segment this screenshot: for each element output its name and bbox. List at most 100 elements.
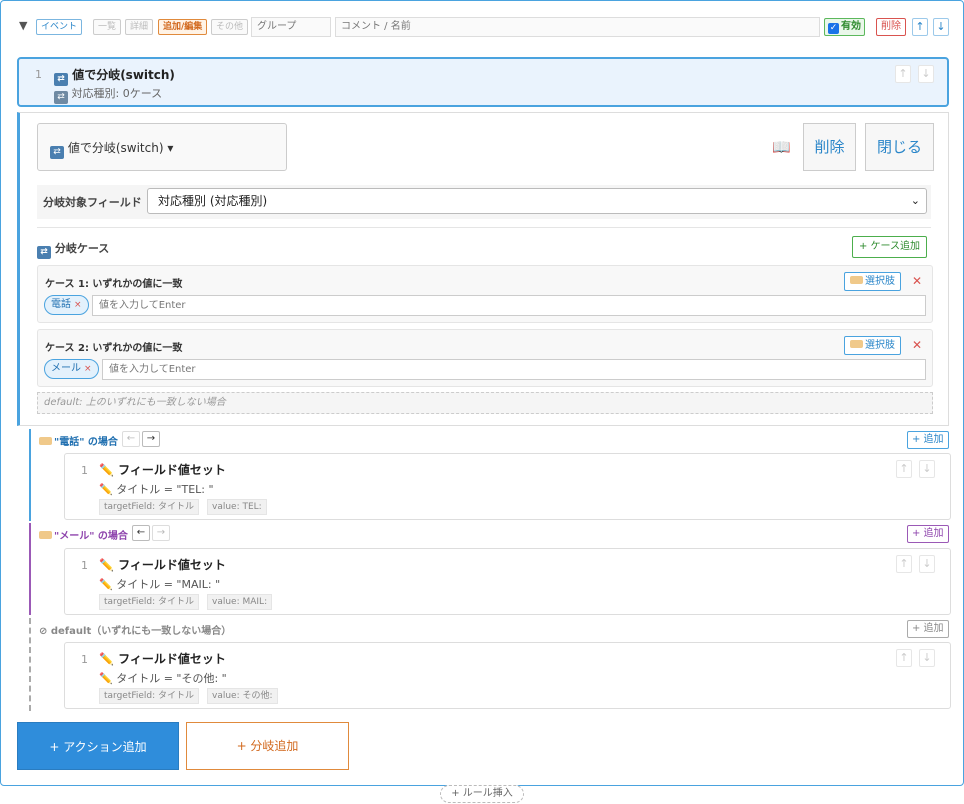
move-up-icon[interactable]: ↑ [896,649,912,667]
label-icon [39,437,52,445]
book-icon[interactable]: 📖 [772,138,791,156]
delete-block-button[interactable]: 削除 [803,123,856,171]
cases-section-title: ⇄ 分岐ケース [37,240,109,259]
remove-chip-icon[interactable]: × [84,364,92,374]
action-number: 1 [81,653,88,666]
move-down-icon[interactable]: ↓ [933,18,949,36]
group-input[interactable]: グループ [251,17,331,37]
action-card[interactable]: 1 ✏️ フィールド値セット ✏️ タイトル = "MAIL: " target… [64,548,951,615]
block-subtitle: ⇄ 対応種別: 0ケース [54,85,162,104]
move-down-icon[interactable]: ↓ [919,460,935,478]
param-value: value: MAIL: [207,594,273,610]
chevron-down-icon: ⌄ [910,194,920,207]
insert-rule-button[interactable]: + ルール挿入 [440,785,524,803]
case-item: ケース 1: いずれかの値に一致 選択肢 ✕ 電話 × 値を入力してEnter [37,265,933,323]
block-type-dropdown[interactable]: ⇄ 値で分岐(switch) ▾ [37,123,287,171]
remove-chip-icon[interactable]: × [74,300,82,310]
add-to-branch-button[interactable]: + 追加 [907,620,949,638]
block-title-text: 値で分岐(switch) [72,68,175,82]
arrow-left-icon[interactable]: ← [132,525,150,541]
case-header: ケース 2: いずれかの値に一致 [45,343,183,354]
shuffle-icon: ⇄ [54,91,68,104]
branch-tel: "電話" の場合 ← → + 追加 1 ✏️ フィールド値セット ✏️ タイトル… [29,429,951,521]
check-icon: ✓ [828,23,839,34]
case-value-input[interactable]: 値を入力してEnter [92,295,926,316]
switch-block-header[interactable]: 1 ⇄ 値で分岐(switch) ⇄ 対応種別: 0ケース ↑ ↓ [17,57,949,107]
param-target-field: targetField: タイトル [99,594,200,610]
arrow-right-icon[interactable]: → [142,431,160,447]
delete-rule-button[interactable]: 削除 [876,18,906,36]
target-field-select[interactable]: 対応種別 (対応種別) ⌄ [147,188,927,214]
pencil-icon: ✏️ [99,483,113,496]
add-action-button[interactable]: + アクション追加 [17,722,179,770]
value-chip: メール × [44,359,99,379]
tag-other[interactable]: その他 [211,19,249,35]
action-summary: ✏️ タイトル = "TEL: " [99,481,214,497]
enabled-label: 有効 [841,21,861,32]
caret-down-icon: ▾ [167,141,174,155]
branch-header: "メール" の場合 [39,527,128,542]
default-case-note: default: 上のいずれにも一致しない場合 [37,392,933,414]
case-item: ケース 2: いずれかの値に一致 選択肢 ✕ メール × 値を入力してEnter [37,329,933,387]
options-button[interactable]: 選択肢 [844,336,901,355]
value-chip: 電話 × [44,295,89,315]
move-up-icon[interactable]: ↑ [896,555,912,573]
tag-add-edit[interactable]: 追加/編集 [158,19,208,35]
action-number: 1 [81,559,88,572]
enabled-checkbox[interactable]: ✓ 有効 [824,18,865,36]
move-down-icon[interactable]: ↓ [918,65,934,83]
comment-input[interactable]: コメント / 名前 [335,17,820,37]
pencil-icon: ✏️ [99,672,113,685]
options-button[interactable]: 選択肢 [844,272,901,291]
block-type-label: ⇄ 値で分岐(switch) ▾ [50,139,173,159]
action-card[interactable]: 1 ✏️ フィールド値セット ✏️ タイトル = "TEL: " targetF… [64,453,951,520]
arrow-left-icon[interactable]: ← [122,431,140,447]
label-icon [850,276,863,284]
remove-case-icon[interactable]: ✕ [912,338,922,352]
action-summary-text: タイトル = "その他: " [116,672,227,685]
action-title: ✏️ フィールド値セット [99,461,226,478]
action-summary-text: タイトル = "TEL: " [116,483,214,496]
chip-text: メール [51,363,81,374]
shuffle-icon: ⇄ [37,246,51,259]
add-branch-button[interactable]: + 分岐追加 [186,722,349,770]
remove-case-icon[interactable]: ✕ [912,274,922,288]
branch-header-text: "電話" の場合 [54,437,118,448]
collapse-toggle-icon[interactable]: ▼ [19,19,27,32]
case-header: ケース 1: いずれかの値に一致 [45,279,183,290]
param-target-field: targetField: タイトル [99,499,200,515]
add-to-branch-button[interactable]: + 追加 [907,525,949,543]
tag-detail[interactable]: 詳細 [125,19,154,35]
action-card[interactable]: 1 ✏️ フィールド値セット ✏️ タイトル = "その他: " targetF… [64,642,951,709]
action-title: ✏️ フィールド値セット [99,650,226,667]
add-to-branch-button[interactable]: + 追加 [907,431,949,449]
branch-header: ⊘ default（いずれにも一致しない場合） [39,626,232,637]
tag-event[interactable]: イベント [36,19,83,35]
action-title-text: フィールド値セット [118,463,226,477]
move-up-icon[interactable]: ↑ [895,65,911,83]
move-down-icon[interactable]: ↓ [919,555,935,573]
pencil-icon: ✏️ [99,578,113,591]
branch-header: "電話" の場合 [39,433,118,448]
branch-mail: "メール" の場合 ← → + 追加 1 ✏️ フィールド値セット ✏️ タイト… [29,523,951,615]
move-up-icon[interactable]: ↑ [912,18,928,36]
target-field-label: 分岐対象フィールド [43,196,142,209]
pencil-icon: ✏️ [99,463,114,477]
action-number: 1 [81,464,88,477]
divider [37,227,931,228]
pencil-icon: ✏️ [99,558,114,572]
arrow-right-icon[interactable]: → [152,525,170,541]
target-field-row: 分岐対象フィールド 対応種別 (対応種別) ⌄ [37,185,931,219]
move-down-icon[interactable]: ↓ [919,649,935,667]
move-up-icon[interactable]: ↑ [896,460,912,478]
close-editor-button[interactable]: 閉じる [865,123,934,171]
param-value: value: その他: [207,688,278,704]
add-case-button[interactable]: + ケース追加 [852,236,928,258]
block-number: 1 [35,68,42,81]
action-title-text: フィールド値セット [118,652,226,666]
label-icon [39,531,52,539]
branch-header-text: "メール" の場合 [54,531,128,542]
tag-list[interactable]: 一覧 [93,19,122,35]
case-value-input[interactable]: 値を入力してEnter [102,359,926,380]
action-summary-text: タイトル = "MAIL: " [116,578,221,591]
